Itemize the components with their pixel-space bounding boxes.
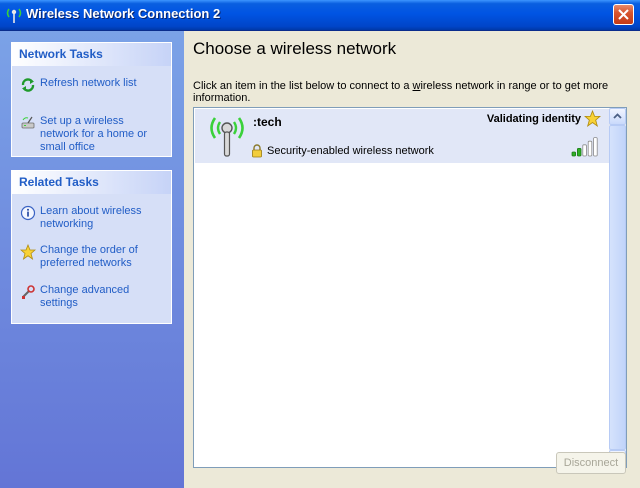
close-icon <box>618 9 629 20</box>
related-tasks-heading: Related Tasks <box>12 171 171 194</box>
related-tasks-panel: Related Tasks Learn about wireless netwo… <box>11 170 172 324</box>
task-label: Set up a wireless network for a home or … <box>40 115 147 153</box>
network-tasks-heading: Network Tasks <box>12 43 171 66</box>
signal-bar <box>587 140 593 157</box>
change-advanced-settings-link[interactable]: Change advanced settings <box>20 284 164 310</box>
window-title: Wireless Network Connection 2 <box>26 6 221 21</box>
signal-bar <box>571 151 576 157</box>
learn-wireless-networking-link[interactable]: Learn about wireless networking <box>20 205 164 231</box>
vertical-scrollbar[interactable] <box>609 108 626 467</box>
settings-icon <box>20 284 36 300</box>
signal-bar <box>593 137 598 157</box>
network-name: :tech <box>253 115 282 129</box>
setup-wireless-network-link[interactable]: Set up a wireless network for a home or … <box>20 115 164 154</box>
task-label: Change the order of preferred networks <box>40 244 138 269</box>
wireless-network-icon <box>207 114 247 161</box>
wireless-antenna-icon <box>5 6 23 24</box>
scroll-thumb[interactable] <box>609 125 626 450</box>
scroll-up-button[interactable] <box>609 108 626 125</box>
task-label: Refresh network list <box>40 77 137 89</box>
signal-strength-icon <box>571 137 599 160</box>
star-icon <box>20 244 36 260</box>
task-pane: Network Tasks Refresh network list Set u… <box>0 31 184 488</box>
network-tasks-panel: Network Tasks Refresh network list Set u… <box>11 42 172 157</box>
close-button[interactable] <box>613 4 634 25</box>
chevron-up-icon <box>613 113 622 119</box>
instructions-text: Click an item in the list below to conne… <box>193 80 609 104</box>
security-type: Security-enabled wireless network <box>267 145 434 157</box>
signal-bar <box>577 147 582 157</box>
connection-status-text: Validating identity <box>486 112 581 125</box>
connection-status: Validating identity <box>487 110 601 127</box>
lock-icon <box>251 144 263 161</box>
disconnect-button[interactable]: Disconnect <box>556 452 626 474</box>
network-list-item[interactable]: :tech Validating identity Security-enabl… <box>195 109 609 163</box>
main-content: Choose a wireless network Click an item … <box>184 31 640 488</box>
wireless-network-list[interactable]: :tech Validating identity Security-enabl… <box>193 107 627 468</box>
signal-bar <box>582 144 587 157</box>
refresh-icon <box>20 77 36 93</box>
page-title: Choose a wireless network <box>193 39 397 58</box>
info-icon <box>20 205 36 221</box>
task-label: Change advanced settings <box>40 284 130 309</box>
preferred-network-star-icon <box>584 110 601 127</box>
refresh-network-list-link[interactable]: Refresh network list <box>20 77 164 93</box>
task-label: Learn about wireless networking <box>40 205 142 230</box>
setup-wizard-icon <box>20 115 36 131</box>
change-preferred-order-link[interactable]: Change the order of preferred networks <box>20 244 164 270</box>
title-bar: Wireless Network Connection 2 <box>0 0 640 31</box>
